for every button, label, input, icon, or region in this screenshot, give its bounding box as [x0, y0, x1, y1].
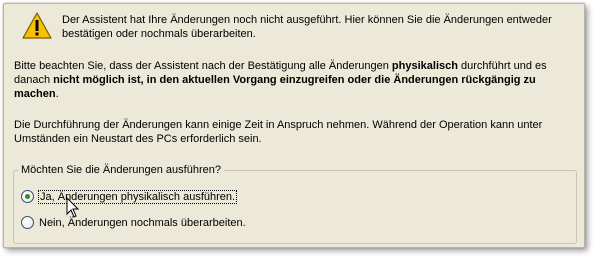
radio-option-yes[interactable]: Ja, Änderungen physikalisch ausführen. [21, 189, 238, 204]
notice-text: Bitte beachten Sie, dass der Assistent n… [14, 60, 547, 100]
mouse-pointer-icon [66, 197, 80, 218]
duration-text: Die Durchführung der Änderungen kann ein… [14, 119, 543, 145]
intro-text: Der Assistent hat Ihre Änderungen noch n… [62, 14, 552, 40]
radio-button-yes[interactable] [21, 190, 34, 203]
notice-bold-physikalisch: physikalisch [391, 60, 458, 72]
notice-bold-warning: nicht möglich ist, in den aktuellen Vorg… [14, 74, 536, 100]
wizard-confirmation-panel: Der Assistent hat Ihre Änderungen noch n… [3, 3, 585, 248]
radio-option-no[interactable]: Nein, Änderungen nochmals überarbeiten. [21, 216, 246, 229]
warning-icon [22, 12, 52, 39]
execute-choice-groupbox [13, 170, 577, 244]
radio-button-no[interactable] [21, 216, 34, 229]
groupbox-legend: Möchten Sie die Änderungen ausführen? [18, 163, 224, 177]
